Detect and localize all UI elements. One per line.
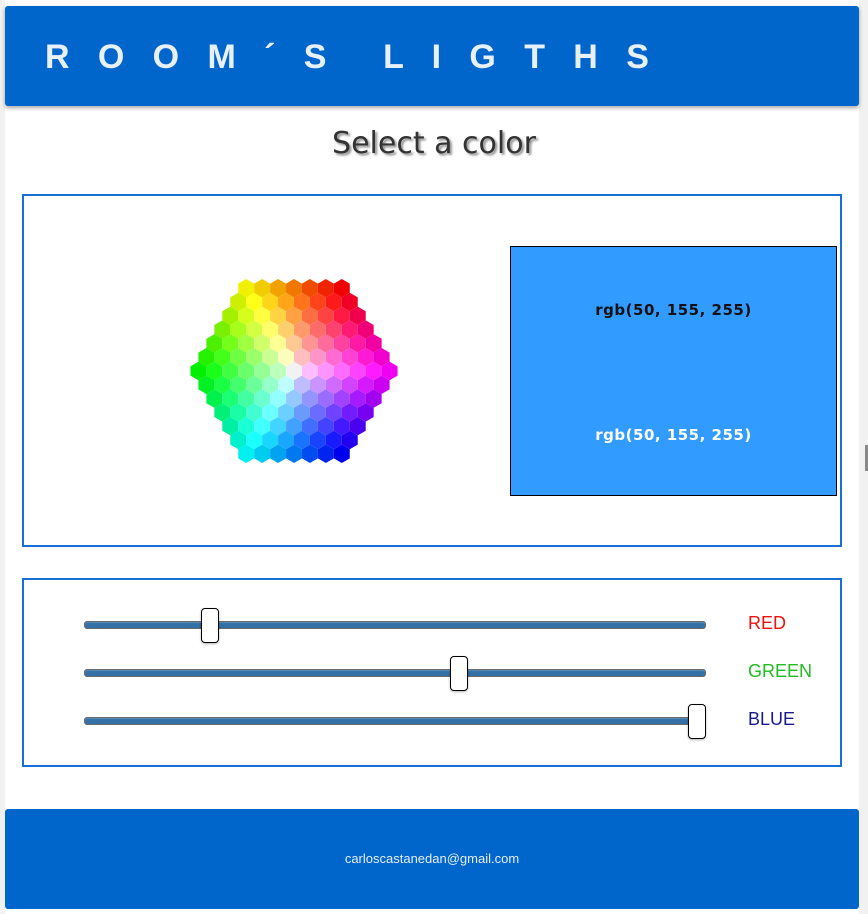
footer-bar: carloscastanedan@gmail.com — [5, 809, 859, 909]
red-slider-track[interactable] — [84, 621, 706, 629]
header-bar: R O O M ´ S L I G T H S — [5, 6, 859, 106]
color-picker-panel: rgb(50, 155, 255) rgb(50, 155, 255) — [22, 194, 842, 547]
app-title: R O O M ´ S L I G T H S — [45, 38, 649, 76]
color-preview-box: rgb(50, 155, 255) rgb(50, 155, 255) — [510, 246, 837, 496]
page: R O O M ´ S L I G T H S Select a color r… — [0, 0, 868, 914]
red-label: RED — [748, 613, 787, 633]
blue-slider[interactable] — [82, 704, 706, 739]
color-hexagon-palette[interactable] — [174, 266, 414, 476]
hexagon-palette-svg[interactable] — [174, 266, 414, 476]
green-label: GREEN — [748, 661, 813, 681]
blue-slider-thumb[interactable] — [688, 704, 706, 739]
green-slider-track[interactable] — [84, 669, 706, 677]
rgb-value-dark: rgb(50, 155, 255) — [595, 301, 752, 319]
rgb-sliders-panel: RED GREEN BLUE — [22, 578, 842, 767]
red-slider[interactable] — [82, 608, 706, 643]
rgb-value-light: rgb(50, 155, 255) — [595, 426, 752, 444]
red-slider-thumb[interactable] — [200, 608, 219, 643]
blue-slider-track[interactable] — [84, 717, 706, 725]
blue-label: BLUE — [748, 709, 796, 729]
footer-email: carloscastanedan@gmail.com — [344, 851, 520, 866]
page-subtitle: Select a color — [332, 126, 536, 161]
green-slider-thumb[interactable] — [450, 656, 469, 691]
green-slider[interactable] — [82, 656, 706, 691]
